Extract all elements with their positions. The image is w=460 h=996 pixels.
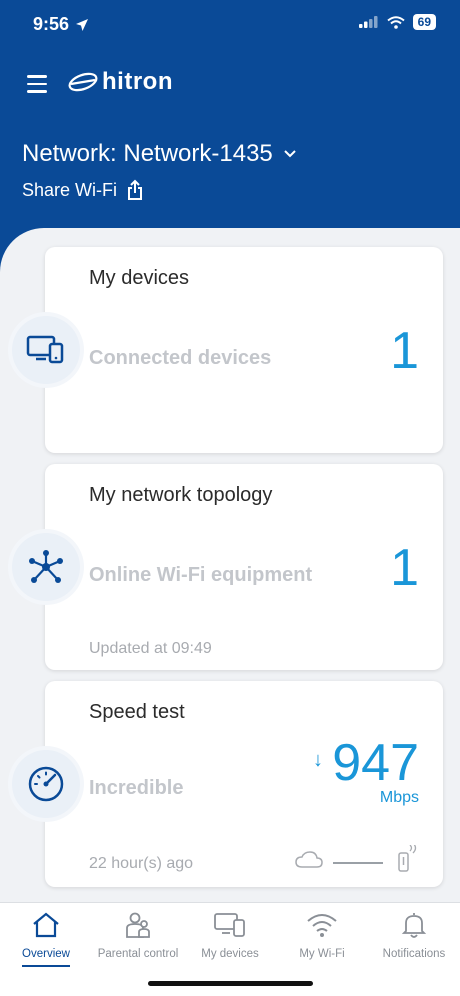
hitron-logo: hitron xyxy=(66,68,173,96)
speedometer-icon xyxy=(12,750,80,818)
network-selector[interactable]: Network: Network-1435 xyxy=(22,140,297,168)
connected-devices-count: 1 xyxy=(390,322,419,380)
battery-indicator: 69 xyxy=(412,14,436,30)
speed-value: 947 xyxy=(332,734,419,792)
bell-icon xyxy=(401,913,427,938)
tab-parental-control[interactable]: Parental control xyxy=(92,911,184,960)
network-label: Network: Network-1435 xyxy=(22,140,273,167)
tab-label: Notifications xyxy=(382,948,446,960)
topology-icon xyxy=(12,533,80,601)
menu-icon[interactable] xyxy=(27,75,49,93)
card-subtitle: Online Wi-Fi equipment xyxy=(89,564,313,586)
devices-icon xyxy=(214,913,245,937)
cloud-icon xyxy=(295,851,323,868)
share-wifi-button[interactable]: Share Wi-Fi xyxy=(22,179,143,201)
router-icon xyxy=(398,845,417,872)
card-subtitle: Connected devices xyxy=(89,347,272,369)
location-arrow-icon xyxy=(76,18,89,31)
tab-overview[interactable]: Overview xyxy=(0,911,92,967)
status-bar: 9:56 69 xyxy=(0,0,460,50)
status-time: 9:56 xyxy=(33,14,70,34)
logo-text: hitron xyxy=(102,68,173,95)
network-topology-card[interactable]: My network topology Online Wi-Fi equipme… xyxy=(45,464,443,670)
chevron-down-icon xyxy=(284,150,296,158)
updated-time: Updated at 09:49 xyxy=(89,640,212,657)
tab-label: Overview xyxy=(22,948,70,960)
share-wifi-label: Share Wi-Fi xyxy=(22,179,118,200)
tab-my-wifi[interactable]: My Wi-Fi xyxy=(276,911,368,960)
parental-icon xyxy=(126,912,150,938)
status-time-group: 9:56 xyxy=(33,14,89,35)
home-icon xyxy=(33,912,59,938)
online-equipment-count: 1 xyxy=(390,539,419,597)
active-tab-indicator xyxy=(22,965,70,967)
card-title: Speed test xyxy=(89,701,185,723)
tab-label: My Wi-Fi xyxy=(299,948,345,960)
connection-line xyxy=(333,862,383,864)
cellular-signal-icon xyxy=(358,16,378,28)
hitron-logo-mark-icon xyxy=(68,72,98,92)
wifi-status-icon xyxy=(387,15,405,29)
wifi-icon xyxy=(307,914,337,937)
devices-icon xyxy=(12,316,80,384)
card-title: My devices xyxy=(89,267,190,289)
share-icon xyxy=(128,179,143,200)
test-time-ago: 22 hour(s) ago xyxy=(89,855,194,872)
card-title: My network topology xyxy=(89,484,273,506)
speed-test-card[interactable]: Speed test Incredible ↓ 947 Mbps 22 hour… xyxy=(45,681,443,887)
tab-notifications[interactable]: Notifications xyxy=(368,911,460,960)
status-indicators: 69 xyxy=(358,14,436,30)
home-indicator xyxy=(148,981,313,986)
tab-my-devices[interactable]: My devices xyxy=(184,911,276,960)
my-devices-card[interactable]: My devices Connected devices 1 xyxy=(45,247,443,453)
card-subtitle: Incredible xyxy=(89,777,184,799)
tab-label: Parental control xyxy=(97,948,179,960)
download-arrow-icon: ↓ xyxy=(313,749,323,771)
speed-unit: Mbps xyxy=(379,789,419,806)
tab-label: My devices xyxy=(201,948,259,960)
